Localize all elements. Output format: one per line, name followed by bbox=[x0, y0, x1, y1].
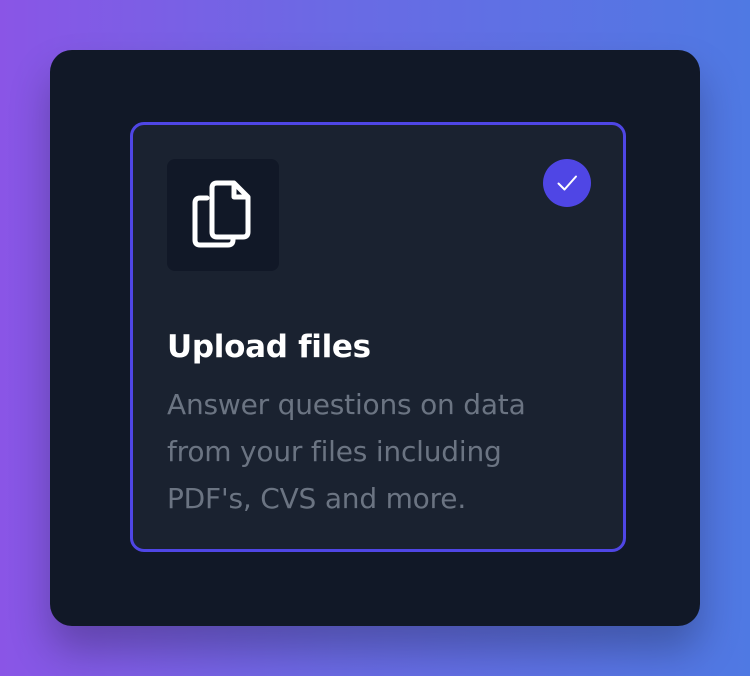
selected-check-badge bbox=[543, 159, 591, 207]
card-title: Upload files bbox=[167, 329, 371, 365]
documents-icon bbox=[192, 180, 251, 248]
upload-files-option-card[interactable]: Upload files Answer questions on data fr… bbox=[130, 122, 626, 552]
file-icon-tile bbox=[167, 159, 279, 271]
card-description: Answer questions on data from your files… bbox=[167, 388, 526, 515]
option-panel: Upload files Answer questions on data fr… bbox=[50, 50, 700, 626]
checkmark-icon bbox=[557, 175, 577, 191]
